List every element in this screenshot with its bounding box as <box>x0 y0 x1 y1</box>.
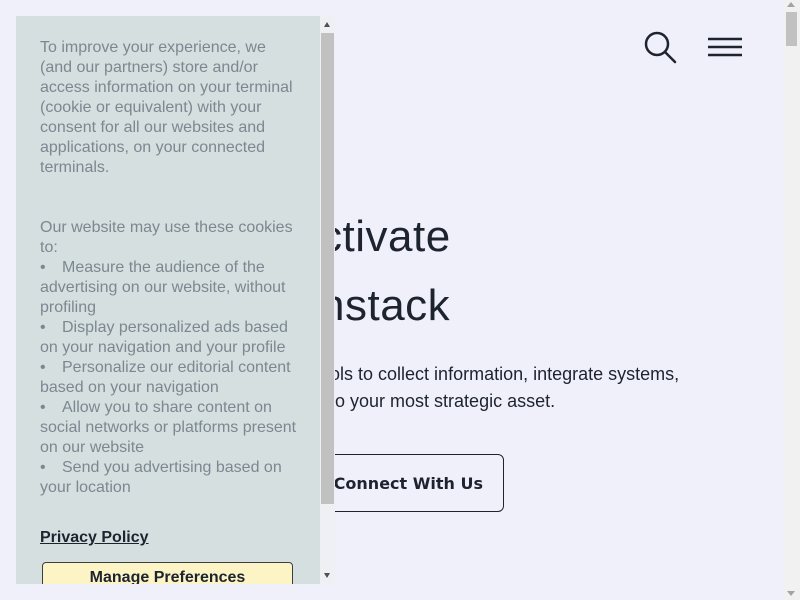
cookie-intro-text: To improve your experience, we (and our … <box>40 39 293 176</box>
cookie-consent-panel: To improve your experience, we (and our … <box>16 16 335 584</box>
page-scrollbar-thumb[interactable] <box>786 12 797 46</box>
panel-scrollbar-thumb[interactable] <box>321 33 334 504</box>
cookie-uses-intro: Our website may use these cookies to: <box>40 219 293 256</box>
list-item: • Personalize our editorial content based… <box>40 359 291 396</box>
list-item: • Send you advertising based on your loca… <box>40 459 282 496</box>
page-scrollbar[interactable] <box>783 0 800 600</box>
connect-with-us-button[interactable]: Connect With Us <box>306 454 504 512</box>
hero-description-line-2: nto your most strategic asset. <box>320 391 556 411</box>
list-item: • Measure the audience of the advertising… <box>40 259 286 316</box>
scroll-down-arrow-icon[interactable] <box>324 573 330 578</box>
list-item: • Allow you to share content on social ne… <box>40 399 297 456</box>
list-item: • Display personalized ads based on your … <box>40 319 288 356</box>
hamburger-menu-icon <box>708 37 742 57</box>
manage-preferences-button[interactable]: Manage Preferences <box>42 562 293 584</box>
search-icon <box>644 31 677 64</box>
hero-description: ools to collect information, integrate s… <box>320 361 740 415</box>
cookie-consent-text: To improve your experience, we (and our … <box>40 38 302 498</box>
scroll-down-arrow-icon[interactable] <box>787 591 795 596</box>
cookie-uses-list: • Measure the audience of the advertising… <box>40 258 302 498</box>
scroll-up-arrow-icon[interactable] <box>324 22 330 27</box>
panel-scrollbar[interactable] <box>320 16 335 584</box>
privacy-policy-link[interactable]: Privacy Policy <box>40 529 149 547</box>
scroll-up-arrow-icon[interactable] <box>787 2 795 7</box>
hero-heading-line-2: nstack <box>320 281 451 330</box>
menu-button[interactable] <box>704 34 744 62</box>
hero-description-line-1: ools to collect information, integrate s… <box>320 364 680 384</box>
hero-heading-line-1: ctivate <box>320 212 451 261</box>
search-button[interactable] <box>642 30 678 66</box>
